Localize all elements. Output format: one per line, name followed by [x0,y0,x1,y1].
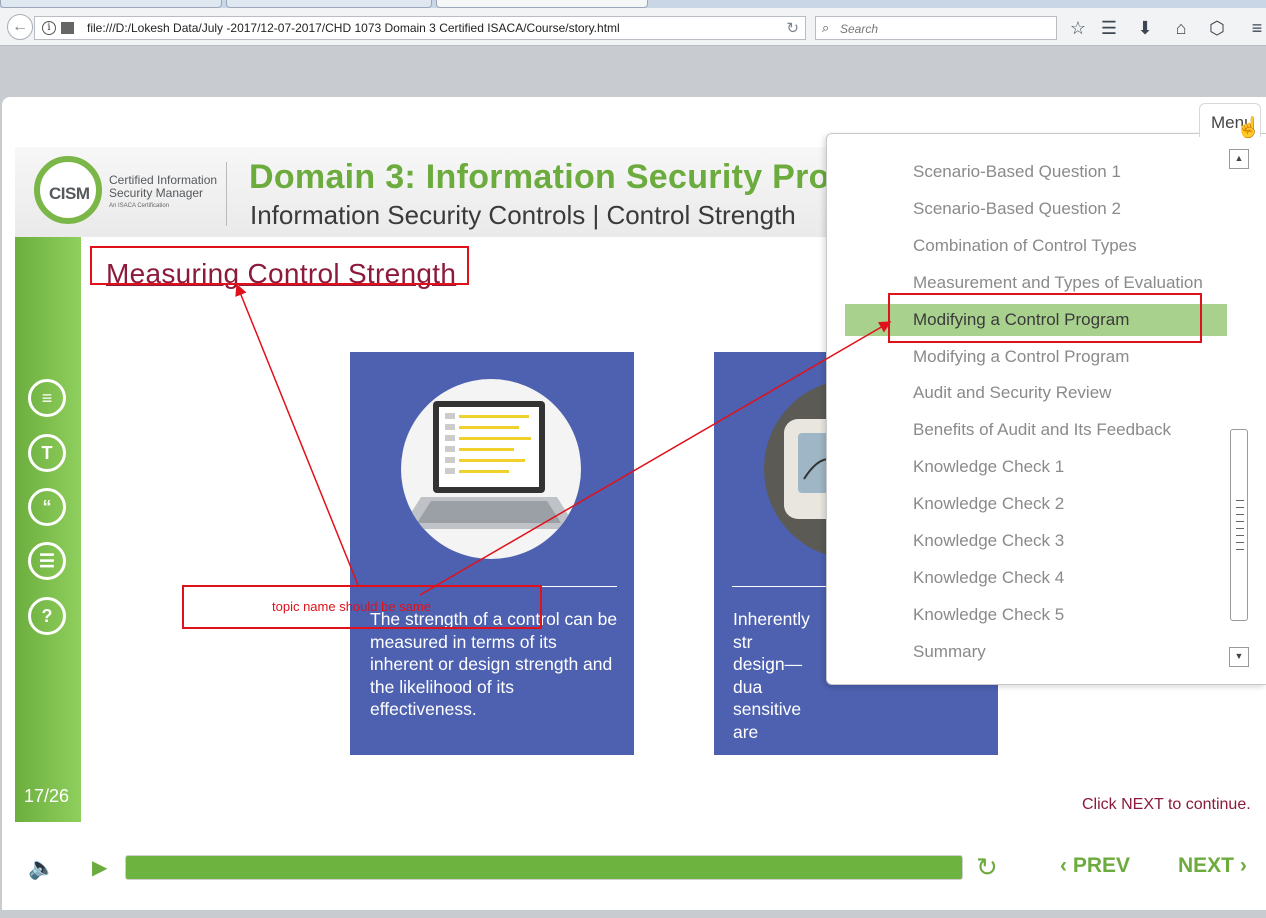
menu-item[interactable]: Benefits of Audit and Its Feedback [845,414,1227,446]
search-input[interactable]: ⌕ Search [815,16,1057,40]
layers-icon[interactable]: ☰ [28,542,66,580]
play-icon[interactable]: ▶ [92,855,107,880]
left-rail [15,237,81,822]
scroll-down-arrow-icon[interactable]: ▼ [1229,647,1249,667]
domain-title: Domain 3: Information Security Program [249,158,915,196]
info-icon[interactable]: i [42,21,56,35]
hamburger-menu-icon[interactable]: ≡ [1246,18,1266,39]
menu-item[interactable]: Scenario-Based Question 2 [845,193,1227,225]
header-divider [226,162,227,226]
help-icon[interactable]: ? [28,597,66,635]
seekbar[interactable] [125,855,963,880]
menu-item[interactable]: Scenario-Based Question 1 [845,156,1227,188]
notes-icon[interactable]: ≡ [28,379,66,417]
logo-tagline: An ISACA Certification [109,203,170,209]
scroll-grip [1236,542,1244,543]
cism-logo: CISM [34,156,102,224]
browser-tab[interactable] [0,0,222,8]
scroll-thumb[interactable] [1230,429,1248,621]
logo-word: CISM [49,184,90,203]
reload-icon[interactable]: ↻ [786,19,799,37]
scroll-grip [1236,500,1244,501]
scroll-grip [1236,507,1244,508]
bookmark-star-icon[interactable]: ☆ [1067,18,1089,39]
scroll-up-arrow-icon[interactable]: ▲ [1229,149,1249,169]
url-bar[interactable]: i file:///D:/Lokesh Data/July -2017/12-0… [34,16,806,40]
menu-item[interactable]: Knowledge Check 5 [845,599,1227,631]
pocket-icon[interactable]: ⬡ [1206,18,1228,39]
domain-subtitle: Information Security Controls | Control … [250,200,796,230]
scroll-grip [1236,535,1244,536]
browser-tab-strip [0,0,1266,8]
content-card: The strength of a control can be measure… [350,352,634,755]
search-placeholder: Search [840,22,879,36]
browser-navbar: ← i file:///D:/Lokesh Data/July -2017/12… [0,8,1266,46]
quote-icon[interactable]: “ [28,488,66,526]
next-button[interactable]: NEXT › [1178,854,1247,878]
menu-item[interactable]: Audit and Security Review [845,377,1227,409]
scroll-grip [1236,521,1244,522]
scroll-grip [1236,528,1244,529]
prev-label: PREV [1072,854,1131,877]
home-icon[interactable]: ⌂ [1170,18,1192,39]
transcript-icon[interactable]: T [28,434,66,472]
menu-item[interactable]: Knowledge Check 3 [845,525,1227,557]
card-text: Inherently str design—dua sensitive are [733,609,810,742]
page-icon [61,22,74,34]
click-next-hint: Click NEXT to continue. [1082,796,1251,813]
cism-logo-text: Certified Information Security Manager A… [109,174,219,213]
browser-tab-active[interactable] [436,0,648,8]
annotation-box-topic [90,246,469,285]
scroll-grip [1236,514,1244,515]
menu-panel: Scenario-Based Question 1 Scenario-Based … [826,133,1266,685]
logo-line-2: Security Manager [109,186,204,200]
hand-cursor-icon: ☝ [1236,117,1261,139]
laptop-illustration [401,379,581,559]
url-text[interactable]: file:///D:/Lokesh Data/July -2017/12-07-… [87,21,620,35]
menu-item[interactable]: Knowledge Check 1 [845,451,1227,483]
chevron-right-icon: › [1239,854,1247,877]
menu-item[interactable]: Modifying a Control Program [845,341,1227,373]
prev-button[interactable]: ‹ PREV [1060,854,1130,878]
menu-item[interactable]: Summary [845,636,1227,668]
scroll-grip [1236,549,1244,550]
annotation-box-menu-item [888,293,1202,343]
menu-item[interactable]: Combination of Control Types [845,230,1227,262]
search-icon: ⌕ [822,20,830,35]
menu-item[interactable]: Knowledge Check 2 [845,488,1227,520]
page-counter: 17/26 [24,786,70,806]
download-icon[interactable]: ⬇ [1134,18,1156,39]
chevron-left-icon: ‹ [1060,854,1067,877]
seekbar-fill [126,856,962,879]
back-arrow-icon[interactable]: ← [7,14,33,40]
next-label: NEXT [1178,854,1235,877]
volume-icon[interactable]: 🔈 [28,855,55,881]
annotation-note: topic name should be same [272,599,431,614]
menu-scrollbar[interactable]: ▲ ▼ [1229,149,1251,669]
menu-item[interactable]: Knowledge Check 4 [845,562,1227,594]
reading-list-icon[interactable]: ☰ [1098,18,1120,39]
browser-tab[interactable] [226,0,432,8]
replay-icon[interactable]: ↻ [976,852,998,883]
